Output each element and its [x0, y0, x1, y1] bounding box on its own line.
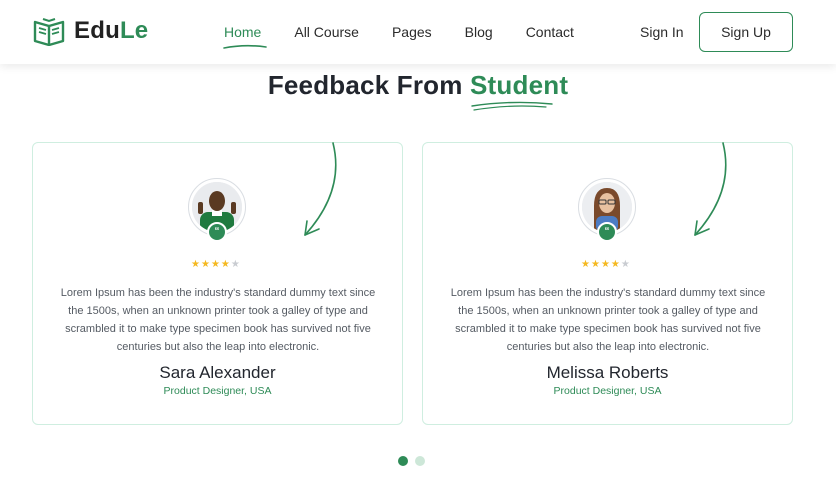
quote-icon: “: [597, 222, 617, 242]
student-name: Melissa Roberts: [546, 363, 669, 382]
curved-arrow-icon: [694, 142, 727, 236]
nav-item-all-course[interactable]: All Course: [294, 24, 359, 40]
main-nav: Home All Course Pages Blog Contact: [224, 0, 607, 64]
rating-stars: ★ ★ ★ ★ ★: [581, 260, 631, 270]
testimonial-card: “ ★ ★ ★ ★ ★ Lorem Ipsum has been the ind…: [32, 142, 403, 425]
star-empty-icon: ★: [230, 259, 240, 270]
brand-name-part1: Edu: [74, 17, 120, 44]
brand-name: EduLe: [74, 17, 148, 45]
title-underline-swoosh: [471, 101, 553, 111]
carousel-pagination: [398, 456, 432, 466]
sign-in-link[interactable]: Sign In: [640, 24, 684, 40]
rating-stars: ★ ★ ★ ★ ★: [191, 260, 241, 270]
section-title-highlight: Student: [470, 70, 569, 100]
star-filled-icon: ★: [581, 259, 590, 270]
brand-logo[interactable]: EduLe: [32, 16, 148, 46]
quote-icon: “: [207, 222, 227, 242]
star-filled-icon: ★: [210, 259, 220, 270]
pagination-dot-2[interactable]: [415, 456, 425, 466]
testimonial-text: Lorem Ipsum has been the industry's stan…: [450, 287, 766, 353]
active-nav-underline: [223, 44, 267, 49]
star-filled-icon: ★: [220, 259, 230, 270]
section-title: Feedback From Student: [0, 70, 836, 101]
star-filled-icon: ★: [610, 259, 620, 270]
testimonial-text: Lorem Ipsum has been the industry's stan…: [60, 287, 376, 353]
testimonial-card: “ ★ ★ ★ ★ ★ Lorem Ipsum has been the ind…: [422, 142, 793, 425]
sign-up-button[interactable]: Sign Up: [699, 12, 793, 52]
star-filled-icon: ★: [590, 259, 600, 270]
nav-item-contact[interactable]: Contact: [526, 24, 574, 40]
open-book-icon: [33, 18, 65, 46]
nav-item-pages[interactable]: Pages: [392, 24, 432, 40]
student-role: Product Designer, USA: [163, 385, 272, 397]
nav-item-home[interactable]: Home: [224, 24, 261, 40]
brand-name-part2: Le: [119, 17, 149, 44]
student-name: Sara Alexander: [159, 363, 276, 382]
student-role: Product Designer, USA: [553, 385, 662, 397]
pagination-dot-1[interactable]: [398, 456, 408, 466]
nav-item-blog[interactable]: Blog: [465, 24, 493, 40]
curved-arrow-icon: [304, 142, 337, 236]
section-title-prefix: Feedback From: [267, 70, 471, 100]
star-filled-icon: ★: [191, 259, 200, 270]
star-filled-icon: ★: [600, 259, 610, 270]
star-filled-icon: ★: [200, 259, 210, 270]
star-empty-icon: ★: [620, 259, 630, 270]
site-header: EduLe Home All Course Pages Blog Contact…: [0, 0, 836, 64]
